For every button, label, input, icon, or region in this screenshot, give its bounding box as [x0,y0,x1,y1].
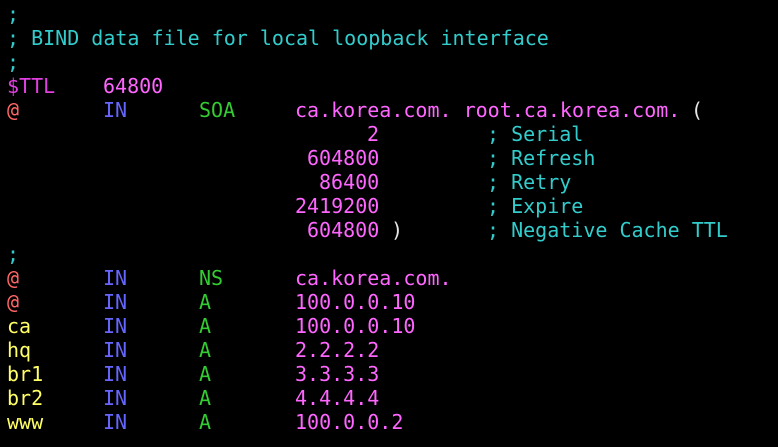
token-punct: ( [691,98,704,122]
token-klass: IN [103,290,128,314]
editor-line-c4: ; [7,242,778,266]
token-rtype: A [199,338,212,362]
token-comment: ; Serial [487,122,584,146]
token-comment: ; Retry [487,170,572,194]
token-data: 2419200 [295,194,380,218]
token-rtype: A [199,362,212,386]
token-comment: ; [7,242,20,266]
token-data: 100.0.0.2 [295,410,404,434]
token-data: 100.0.0.10 [295,290,416,314]
token-comment: ; [7,2,20,26]
editor-line-c2: ; BIND data file for local loopback inte… [7,26,778,50]
editor-line-a-br2: br2 IN A 4.4.4.4 [7,386,778,410]
token-number: 64800 [103,74,164,98]
editor-line-retry: 86400 ; Retry [7,170,778,194]
token-comment: ; Expire [487,194,584,218]
editor-line-c3: ; [7,50,778,74]
token-host: hq [7,338,32,362]
terminal-editor[interactable]: ;; BIND data file for local loopback int… [0,0,778,447]
token-rtype: A [199,410,212,434]
token-data: 100.0.0.10 [295,314,416,338]
editor-line-a-www: www IN A 100.0.0.2 [7,410,778,434]
token-data: 4.4.4.4 [295,386,380,410]
editor-line-expire: 2419200 ; Expire [7,194,778,218]
token-at: @ [7,98,20,122]
editor-line-serial: 2 ; Serial [7,122,778,146]
token-klass: IN [103,386,128,410]
token-klass: IN [103,338,128,362]
token-data: 2.2.2.2 [295,338,380,362]
token-rtype: A [199,386,212,410]
token-punct: ) [391,218,404,242]
editor-line-a-at: @ IN A 100.0.0.10 [7,290,778,314]
token-klass: IN [103,410,128,434]
token-rtype: A [199,314,212,338]
token-at: @ [7,266,20,290]
token-host: br1 [7,362,44,386]
editor-line-ttl: $TTL 64800 [7,74,778,98]
token-klass: IN [103,98,128,122]
token-klass: IN [103,266,128,290]
token-comment: ; [7,50,20,74]
token-data: ca.korea.com. [295,266,452,290]
editor-line-a-hq: hq IN A 2.2.2.2 [7,338,778,362]
token-host: www [7,410,44,434]
token-rtype: A [199,290,212,314]
token-data: 86400 [319,170,380,194]
editor-line-refresh: 604800 ; Refresh [7,146,778,170]
editor-line-ns: @ IN NS ca.korea.com. [7,266,778,290]
token-klass: IN [103,314,128,338]
editor-line-c1: ; [7,2,778,26]
token-data: 3.3.3.3 [295,362,380,386]
token-comment: ; BIND data file for local loopback inte… [7,26,549,50]
editor-line-soa: @ IN SOA ca.korea.com. root.ca.korea.com. ( [7,98,778,122]
editor-line-negttl: 604800) ; Negative Cache TTL [7,218,778,242]
token-comment: ; Refresh [487,146,596,170]
token-host: br2 [7,386,44,410]
token-klass: IN [103,362,128,386]
editor-line-a-ca: ca IN A 100.0.0.10 [7,314,778,338]
token-rtype: SOA [199,98,236,122]
token-at: @ [7,290,20,314]
editor-line-a-br1: br1 IN A 3.3.3.3 [7,362,778,386]
token-variable: $TTL [7,74,56,98]
token-data: ca.korea.com. root.ca.korea.com. [295,98,681,122]
token-data: 2 [367,122,380,146]
token-rtype: NS [199,266,224,290]
token-data: 604800 [307,146,380,170]
token-data: 604800 [307,218,380,242]
token-host: ca [7,314,32,338]
token-comment: ; Negative Cache TTL [487,218,728,242]
